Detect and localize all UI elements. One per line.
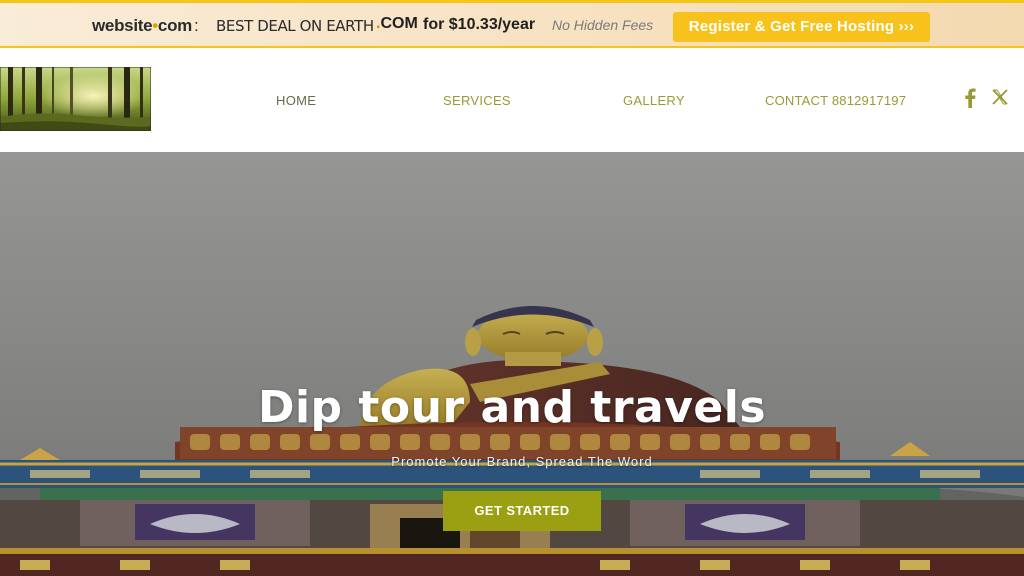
nav-services[interactable]: SERVICES xyxy=(443,93,511,108)
promo-no-hidden-fees: No Hidden Fees xyxy=(552,17,654,33)
hero-section: Dip tour and travels Promote Your Brand,… xyxy=(0,152,1024,576)
promo-price: for $10.33/year xyxy=(423,16,536,33)
nav-home[interactable]: HOME xyxy=(276,93,316,108)
promo-brand-logo: website•com: xyxy=(92,16,199,35)
promo-tld: .COM xyxy=(376,15,418,32)
get-started-button[interactable]: GET STARTED xyxy=(443,491,601,531)
nav-contact[interactable]: CONTACT 8812917197 xyxy=(765,93,906,108)
promo-deal-text: BEST DEAL ON EARTH xyxy=(216,17,374,35)
facebook-icon[interactable] xyxy=(963,88,977,108)
site-header: HOME SERVICES GALLERY CONTACT 8812917197 xyxy=(0,48,1024,152)
nav-gallery[interactable]: GALLERY xyxy=(623,93,685,108)
forest-logo[interactable] xyxy=(0,67,151,131)
hero-title: Dip tour and travels xyxy=(257,382,767,433)
promo-banner[interactable]: website•com: BEST DEAL ON EARTH .COM for… xyxy=(0,0,1024,48)
register-button[interactable]: Register & Get Free Hosting ››› xyxy=(673,12,930,42)
hero-subtitle: Promote Your Brand, Spread The Word xyxy=(391,454,653,469)
x-icon[interactable] xyxy=(992,89,1008,105)
